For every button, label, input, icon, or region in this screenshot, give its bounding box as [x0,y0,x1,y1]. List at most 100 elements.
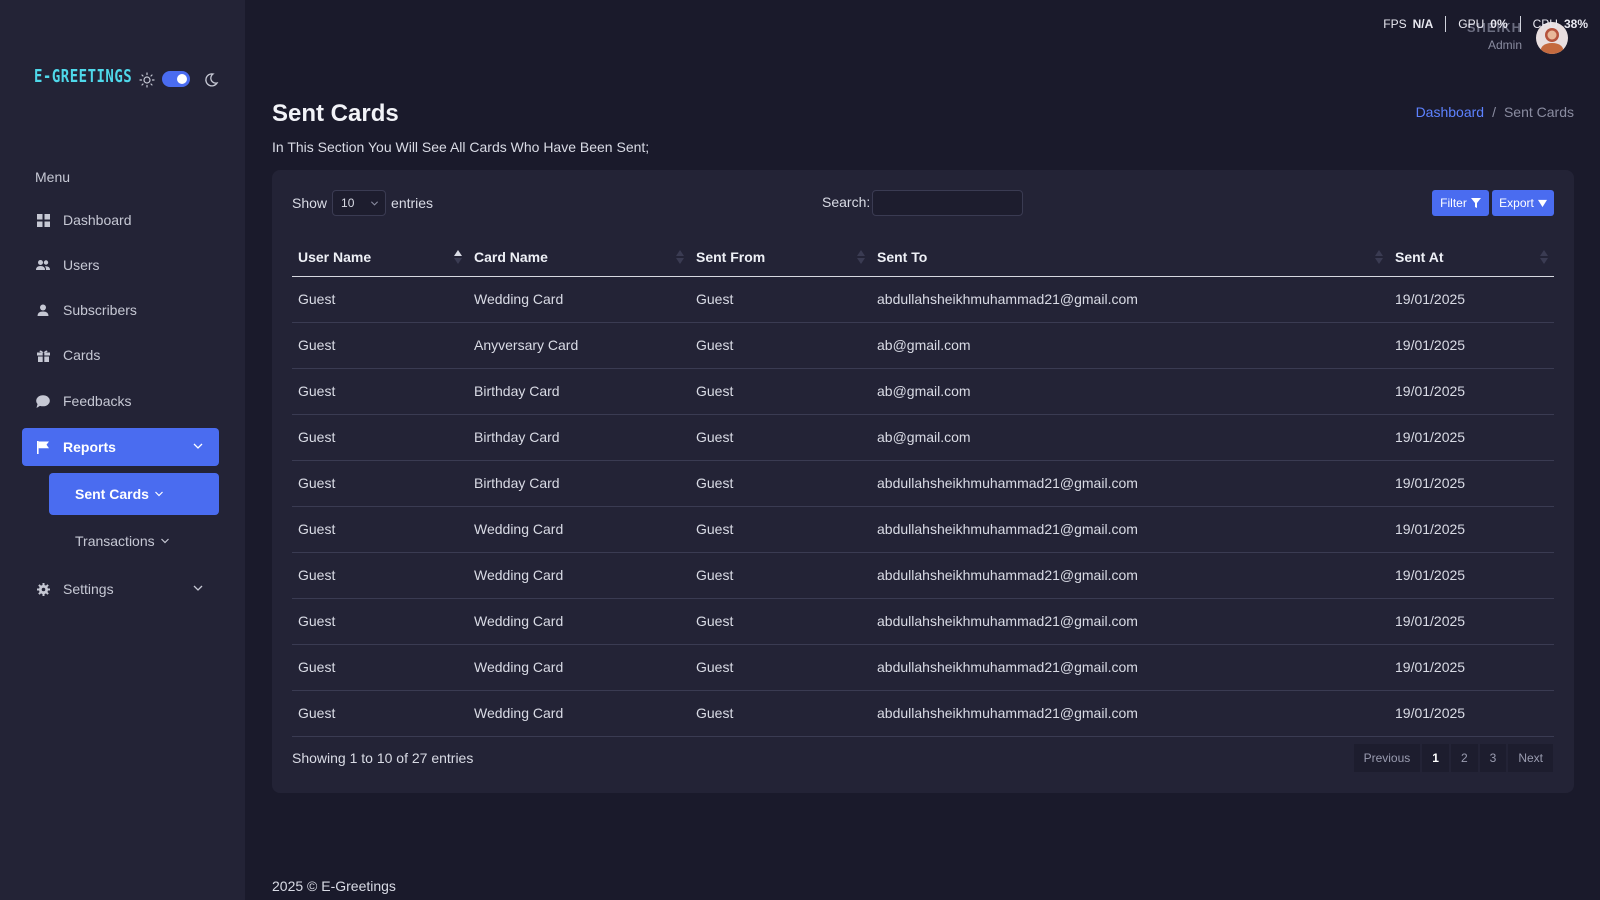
table-row: Guest Birthday Card Guest abdullahsheikh… [292,460,1554,507]
search-input[interactable] [872,190,1023,216]
export-button[interactable]: Export [1492,190,1554,216]
cell-card-name: Wedding Card [468,598,690,645]
search-label: Search: [822,194,871,210]
table-info: Showing 1 to 10 of 27 entries [292,750,474,766]
cell-sent-at: 19/01/2025 [1389,690,1554,737]
stats-divider [1445,16,1447,32]
cell-sent-to: abdullahsheikhmuhammad21@gmail.com [871,552,1389,599]
column-header-label: Card Name [474,248,548,265]
cell-sent-at: 19/01/2025 [1389,506,1554,553]
cell-sent-at: 19/01/2025 [1389,276,1554,323]
cell-sent-at: 19/01/2025 [1389,644,1554,691]
entries-select[interactable]: 10 [332,190,387,216]
column-header-user-name[interactable]: User Name [292,238,468,277]
cell-sent-from: Guest [690,414,871,461]
column-header-sent-from[interactable]: Sent From [690,238,871,277]
cell-card-name: Birthday Card [468,368,690,415]
column-header-sent-to[interactable]: Sent To [871,238,1389,277]
entries-length-control: Show 10 entries [292,190,433,216]
pagination-next[interactable]: Next [1507,743,1554,773]
gear-icon [36,582,50,596]
sidebar-item-label: Cards [63,347,101,363]
pagination-page-1[interactable]: 1 [1421,743,1450,773]
cell-sent-from: Guest [690,506,871,553]
sidebar-item-label: Dashboard [63,212,132,228]
sidebar-subitem-label: Transactions [75,533,155,549]
entries-label: entries [391,195,434,211]
pagination-page-3[interactable]: 3 [1478,743,1508,773]
sidebar-item-label: Users [63,257,100,273]
table-row: Guest Wedding Card Guest abdullahsheikhm… [292,276,1554,323]
entries-select-value: 10 [341,196,355,210]
column-header-label: Sent At [1395,248,1444,265]
grid-icon [36,213,50,227]
cell-sent-to: ab@gmail.com [871,322,1389,369]
cell-card-name: Wedding Card [468,644,690,691]
chevron-down-icon [154,491,163,497]
column-header-label: User Name [298,248,372,265]
table-row: Guest Birthday Card Guest ab@gmail.com 1… [292,368,1554,415]
breadcrumb: Dashboard / Sent Cards [1416,104,1574,120]
app-logo[interactable]: E-GREETINGS [34,67,132,87]
sidebar-subitem-transactions[interactable]: Transactions [49,520,219,562]
cell-sent-to: abdullahsheikhmuhammad21@gmail.com [871,506,1389,553]
sidebar: E-GREETINGS Menu Dashboard Users Subscri… [0,0,245,900]
chevron-down-icon [193,443,203,449]
cell-user-name: Guest [292,552,468,599]
pagination-previous[interactable]: Previous [1352,743,1422,773]
cell-sent-at: 19/01/2025 [1389,322,1554,369]
table-row: Guest Birthday Card Guest ab@gmail.com 1… [292,414,1554,461]
moon-icon[interactable] [203,72,219,88]
sidebar-item-feedbacks[interactable]: Feedbacks [22,382,219,420]
cell-sent-to: abdullahsheikhmuhammad21@gmail.com [871,598,1389,645]
chat-icon [36,394,50,408]
users-icon [36,258,50,272]
cell-user-name: Guest [292,644,468,691]
sidebar-item-subscribers[interactable]: Subscribers [22,291,219,329]
system-stats: FPS N/A GPU 0% CPU 38% [1383,16,1588,32]
cell-sent-to: ab@gmail.com [871,414,1389,461]
cell-sent-from: Guest [690,690,871,737]
user-role: Admin [1487,38,1522,52]
breadcrumb-dashboard-link[interactable]: Dashboard [1416,104,1485,120]
sort-icon [676,250,684,264]
table-header-row: User Name Card Name Sent From Sent To Se… [292,238,1554,277]
cell-sent-to: abdullahsheikhmuhammad21@gmail.com [871,460,1389,507]
column-header-sent-at[interactable]: Sent At [1389,238,1554,277]
cell-sent-from: Guest [690,276,871,323]
sent-cards-panel: Show 10 entries Search: Filter Export Us… [272,170,1574,793]
sent-cards-table: User Name Card Name Sent From Sent To Se… [292,238,1554,737]
sidebar-item-cards[interactable]: Cards [22,336,219,374]
table-row: Guest Wedding Card Guest abdullahsheikhm… [292,552,1554,599]
cell-sent-from: Guest [690,460,871,507]
sidebar-item-dashboard[interactable]: Dashboard [22,201,219,239]
cell-user-name: Guest [292,276,468,323]
cell-card-name: Anyversary Card [468,322,690,369]
cell-sent-to: abdullahsheikhmuhammad21@gmail.com [871,644,1389,691]
sort-asc-icon [454,250,462,264]
sidebar-item-users[interactable]: Users [22,246,219,284]
theme-toggle[interactable] [162,71,190,87]
cell-sent-to: abdullahsheikhmuhammad21@gmail.com [871,690,1389,737]
cell-user-name: Guest [292,368,468,415]
sidebar-subitem-label: Sent Cards [75,486,149,502]
breadcrumb-separator: / [1492,104,1496,120]
page-subtitle: In This Section You Will See All Cards W… [272,139,650,155]
gpu-value: 0% [1490,17,1508,31]
table-row: Guest Wedding Card Guest abdullahsheikhm… [292,506,1554,553]
cell-sent-from: Guest [690,552,871,599]
table-row: Guest Wedding Card Guest abdullahsheikhm… [292,690,1554,737]
column-header-card-name[interactable]: Card Name [468,238,690,277]
cell-sent-at: 19/01/2025 [1389,552,1554,599]
fps-label: FPS [1383,17,1407,31]
filter-button[interactable]: Filter [1432,190,1489,216]
sidebar-item-settings[interactable]: Settings [22,570,219,608]
sun-icon[interactable] [139,72,155,88]
sidebar-item-label: Subscribers [63,302,137,318]
sidebar-item-reports[interactable]: Reports [22,428,219,466]
footer-copyright: 2025 © E-Greetings [272,878,396,894]
pagination-page-2[interactable]: 2 [1449,743,1479,773]
cell-sent-to: ab@gmail.com [871,368,1389,415]
sidebar-subitem-sent-cards[interactable]: Sent Cards [49,473,219,515]
fps-value: N/A [1412,17,1434,31]
